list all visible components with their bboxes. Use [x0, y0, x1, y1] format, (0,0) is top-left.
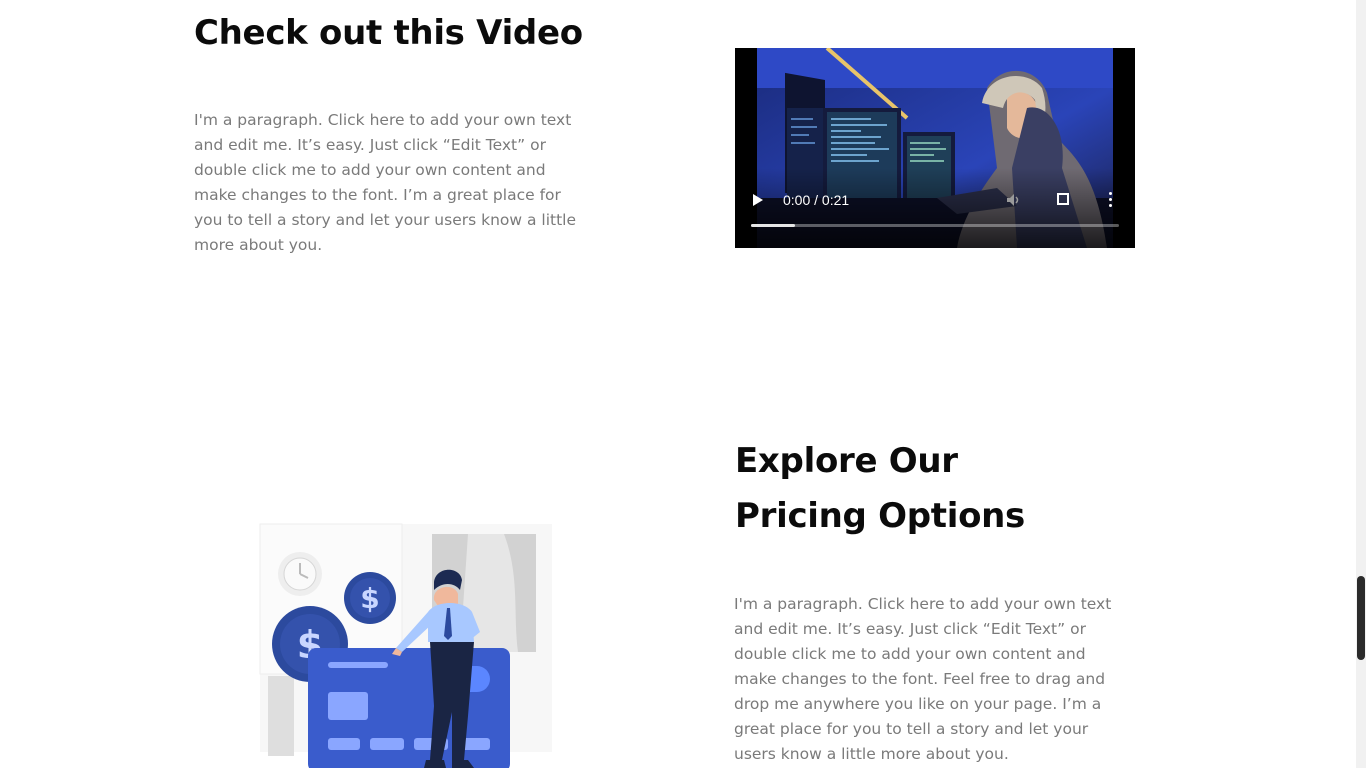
pricing-section-paragraph[interactable]: I'm a paragraph. Click here to add your …	[734, 592, 1126, 767]
svg-text:$: $	[360, 582, 379, 615]
play-icon[interactable]	[753, 194, 763, 206]
volume-icon[interactable]	[1005, 192, 1021, 208]
video-player[interactable]: 0:00 / 0:21	[735, 48, 1135, 248]
more-vertical-icon[interactable]	[1109, 192, 1113, 208]
video-progress-bar[interactable]	[751, 224, 1119, 227]
scrollbar-thumb[interactable]	[1357, 576, 1365, 660]
pricing-title-line2: Pricing Options	[735, 496, 1025, 536]
video-controls	[735, 168, 1135, 248]
page: Check out this Video I'm a paragraph. Cl…	[0, 0, 1356, 768]
pricing-section-title: Explore Our Pricing Options	[735, 434, 1075, 544]
credit-card-illustration: $ $	[228, 516, 598, 768]
page-scrollbar[interactable]	[1356, 0, 1366, 768]
video-section-paragraph[interactable]: I'm a paragraph. Click here to add your …	[194, 108, 586, 258]
video-section-title: Check out this Video	[194, 13, 583, 53]
video-time: 0:00 / 0:21	[783, 192, 850, 208]
fullscreen-icon[interactable]	[1057, 193, 1069, 205]
pricing-title-line1: Explore Our	[735, 441, 958, 481]
video-progress-fill	[751, 224, 796, 227]
